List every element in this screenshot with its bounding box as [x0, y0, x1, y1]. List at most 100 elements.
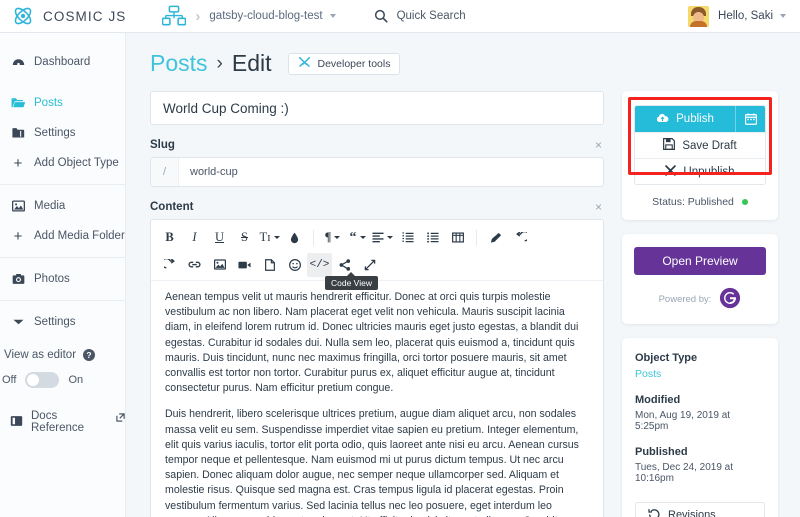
slug-prefix: / — [151, 158, 179, 186]
page-title: Edit — [231, 50, 272, 76]
view-as-editor-label: View as editor — [4, 349, 77, 361]
publish-label: Publish — [676, 113, 714, 125]
editor-toolbar: B I U S Tɪ ¶ “ </> — [151, 220, 603, 281]
undo-icon[interactable] — [508, 226, 533, 250]
code-view-icon[interactable]: </> — [307, 252, 332, 277]
image-icon[interactable] — [207, 253, 232, 277]
right-rail: Publish Save Draft Unpublish Status: Pub… — [622, 91, 778, 517]
bucket-name[interactable]: gatsby-cloud-blog-test — [209, 10, 322, 22]
open-preview-button[interactable]: Open Preview — [634, 247, 766, 275]
sidebar-item-settings-group[interactable]: Settings — [0, 307, 125, 337]
cosmic-atom-logo-icon — [12, 5, 34, 27]
text-color-icon[interactable] — [282, 226, 307, 250]
emoji-icon[interactable] — [282, 253, 307, 277]
developer-tools-button[interactable]: Developer tools — [287, 52, 401, 75]
powered-by-row: Powered by: — [634, 287, 766, 312]
fullscreen-icon[interactable] — [357, 253, 382, 277]
help-icon[interactable]: ? — [83, 349, 96, 361]
tools-icon — [298, 56, 311, 72]
powered-by-label: Powered by: — [658, 294, 712, 305]
save-draft-label: Save Draft — [682, 139, 737, 152]
quick-search[interactable]: Quick Search — [374, 9, 466, 23]
sidebar-item-label: Add Object Type — [34, 157, 119, 169]
image-icon — [10, 200, 26, 212]
content-paragraph: Duis hendrerit, libero scelerisque ultri… — [165, 408, 579, 517]
bold-icon[interactable]: B — [157, 226, 182, 250]
dashboard-icon — [10, 56, 26, 69]
sidebar-item-label: Dashboard — [34, 56, 91, 68]
sidebar-item-media[interactable]: Media — [0, 191, 125, 221]
schedule-publish-button[interactable] — [735, 106, 765, 132]
paragraph-icon[interactable]: ¶ — [320, 226, 345, 250]
view-as-editor-row: View as editor ? — [0, 349, 125, 361]
sidebar-item-posts[interactable]: Posts — [0, 88, 125, 118]
title-value: World Cup Coming :) — [163, 100, 289, 116]
close-icon[interactable]: × — [595, 200, 604, 214]
view-as-editor-toggle[interactable] — [25, 372, 60, 388]
sidebar-item-photos[interactable]: Photos — [0, 264, 125, 294]
sidebar-item-label: Settings — [34, 127, 76, 139]
search-icon — [374, 9, 388, 23]
chevron-down-icon[interactable] — [780, 14, 786, 18]
slug-value: world-cup — [190, 166, 238, 178]
slug-field-header: Slug × — [150, 138, 604, 152]
toolbar-row-2: </> — [157, 251, 597, 278]
title-input[interactable]: World Cup Coming :) — [150, 91, 604, 125]
content-field-header: Content × — [150, 200, 604, 214]
text-size-icon[interactable]: Tɪ — [257, 226, 282, 250]
sidebar-divider — [0, 184, 125, 185]
editor-column: World Cup Coming :) Slug × / world-cup C… — [150, 91, 604, 517]
object-type-heading: Object Type — [635, 352, 698, 364]
external-link-icon — [116, 412, 125, 425]
quote-icon[interactable]: “ — [345, 226, 370, 250]
ordered-list-icon[interactable] — [395, 226, 420, 250]
save-disk-icon — [663, 138, 676, 153]
table-icon[interactable] — [445, 226, 470, 250]
strikethrough-icon[interactable]: S — [232, 226, 257, 250]
link-icon[interactable] — [182, 253, 207, 277]
user-menu[interactable]: Hello, Saki — [688, 5, 786, 27]
chevron-down-icon — [10, 318, 26, 326]
close-icon[interactable]: × — [595, 138, 604, 152]
chevron-down-icon[interactable] — [329, 14, 336, 18]
sidebar-item-add-media-folder[interactable]: + Add Media Folder — [0, 221, 125, 251]
save-draft-button[interactable]: Save Draft — [635, 132, 765, 158]
docs-reference-link[interactable]: Docs Reference — [0, 410, 125, 434]
camera-icon — [10, 273, 26, 285]
revisions-button[interactable]: Revisions — [635, 502, 765, 517]
quick-search-label: Quick Search — [396, 10, 466, 22]
code-view-tooltip: Code View — [325, 272, 378, 290]
view-as-editor-toggle-row: Off On — [0, 372, 125, 388]
sidebar-item-settings[interactable]: Settings — [0, 118, 125, 148]
object-type-link[interactable]: Posts — [635, 368, 765, 380]
unordered-list-icon[interactable] — [420, 226, 445, 250]
toggle-on-label: On — [68, 374, 84, 386]
italic-icon[interactable]: I — [182, 226, 207, 250]
unpublish-label: Unpublish — [683, 165, 735, 178]
sidebar-item-dashboard[interactable]: Dashboard — [0, 47, 125, 77]
redo-icon[interactable] — [157, 253, 182, 277]
open-preview-label: Open Preview — [662, 254, 738, 268]
folder-icon — [10, 127, 26, 139]
unpublish-button[interactable]: Unpublish — [635, 158, 765, 184]
brand[interactable]: COSMIC JS — [12, 5, 126, 27]
clear-format-icon[interactable] — [483, 226, 508, 250]
file-icon[interactable] — [257, 253, 282, 277]
publish-button-group: Publish Save Draft Unpublish — [634, 105, 766, 185]
align-icon[interactable] — [370, 226, 395, 250]
brand-name: COSMIC JS — [43, 8, 127, 24]
cloud-upload-icon — [656, 113, 669, 126]
gatsby-logo-icon — [719, 287, 741, 312]
publish-button[interactable]: Publish — [635, 106, 765, 132]
sidebar-divider — [0, 300, 125, 301]
sidebar-item-add-object-type[interactable]: + Add Object Type — [0, 148, 125, 178]
video-icon[interactable] — [232, 253, 257, 277]
bucket-icon[interactable] — [162, 5, 187, 27]
user-greeting: Hello, Saki — [718, 10, 773, 22]
slug-input[interactable]: / world-cup — [150, 157, 604, 187]
underline-icon[interactable]: U — [207, 226, 232, 250]
top-bar: COSMIC JS › gatsby-cloud-blog-test Quick… — [0, 0, 800, 33]
breadcrumb-posts-link[interactable]: Posts — [150, 50, 208, 77]
content-body[interactable]: Aenean tempus velit ut mauris hendrerit … — [151, 281, 603, 517]
close-x-icon — [665, 164, 677, 179]
